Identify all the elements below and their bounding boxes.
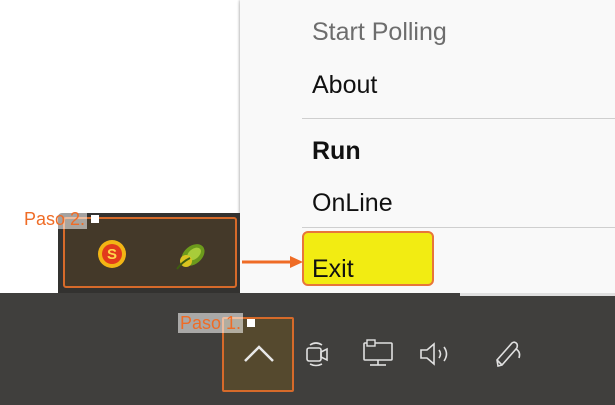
- menu-item-run[interactable]: Run: [312, 136, 361, 166]
- menu-separator: [302, 227, 615, 228]
- arrow-icon: [242, 256, 303, 268]
- step1-annotation: Paso 1.: [178, 313, 256, 334]
- menu-item-online[interactable]: OnLine: [312, 188, 393, 218]
- s-app-icon[interactable]: S: [98, 240, 126, 268]
- menu-item-start-polling[interactable]: Start Polling: [312, 17, 447, 47]
- green-leaf-app-icon[interactable]: [172, 238, 210, 272]
- context-menu: Start Polling About Run OnLine Exit: [240, 0, 615, 295]
- menu-item-exit[interactable]: Exit: [312, 254, 354, 284]
- volume-icon[interactable]: [418, 342, 454, 366]
- taskbar-edge: [460, 293, 615, 296]
- camera-icon[interactable]: [304, 339, 330, 367]
- step2-annotation: Paso 2.: [22, 209, 100, 230]
- menu-item-about[interactable]: About: [312, 70, 377, 100]
- menu-separator: [302, 118, 615, 119]
- pen-icon[interactable]: [492, 338, 526, 370]
- network-icon[interactable]: [360, 339, 396, 367]
- chevron-up-icon: [244, 345, 274, 362]
